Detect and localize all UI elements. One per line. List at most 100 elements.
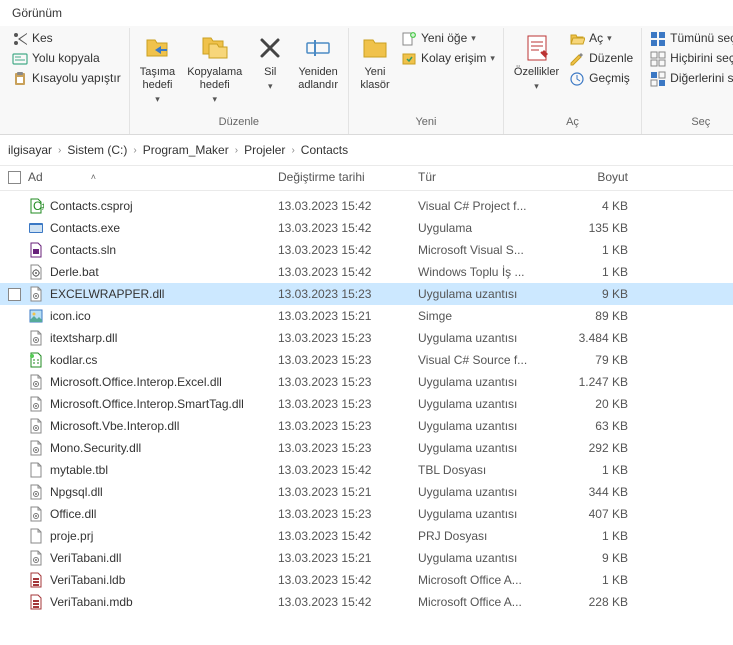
- file-date: 13.03.2023 15:42: [278, 573, 418, 587]
- easy-access-button[interactable]: Kolay erişim ▾: [399, 50, 497, 68]
- cut-button[interactable]: Kes: [10, 30, 123, 48]
- ribbon-group-clipboard: Kes Yolu kopyala Kısayolu yapıştır: [4, 28, 130, 134]
- breadcrumb-segment[interactable]: ilgisayar: [8, 143, 52, 157]
- file-type: Visual C# Project f...: [418, 199, 548, 213]
- group-label-new: Yeni: [355, 114, 497, 132]
- column-header-date[interactable]: Değiştirme tarihi: [278, 170, 418, 184]
- delete-icon: [254, 32, 286, 64]
- file-date: 13.03.2023 15:23: [278, 353, 418, 367]
- file-date: 13.03.2023 15:42: [278, 221, 418, 235]
- file-type: Uygulama uzantısı: [418, 485, 548, 499]
- file-name: Npgsql.dll: [50, 485, 103, 499]
- chevron-down-icon: ▾: [268, 81, 273, 92]
- select-all-label: Tümünü seç: [670, 31, 733, 47]
- file-type: Uygulama uzantısı: [418, 331, 548, 345]
- column-header-size[interactable]: Boyut: [548, 170, 628, 184]
- file-row[interactable]: itextsharp.dll13.03.2023 15:23Uygulama u…: [0, 327, 733, 349]
- copy-to-button[interactable]: Kopyalama hedefi ▾: [183, 30, 246, 107]
- file-date: 13.03.2023 15:42: [278, 243, 418, 257]
- history-button[interactable]: Geçmiş: [567, 70, 635, 88]
- file-row[interactable]: Contacts.exe13.03.2023 15:42Uygulama135 …: [0, 217, 733, 239]
- move-to-button[interactable]: Taşıma hedefi ▾: [136, 30, 179, 107]
- file-date: 13.03.2023 15:42: [278, 265, 418, 279]
- breadcrumb[interactable]: ilgisayar›Sistem (C:)›Program_Maker›Proj…: [0, 135, 733, 166]
- tab-view[interactable]: Görünüm: [0, 0, 74, 26]
- breadcrumb-segment[interactable]: Contacts: [301, 143, 348, 157]
- row-checkbox[interactable]: [8, 288, 21, 301]
- breadcrumb-segment[interactable]: Sistem (C:): [67, 143, 127, 157]
- file-row[interactable]: Office.dll13.03.2023 15:23Uygulama uzant…: [0, 503, 733, 525]
- file-row[interactable]: mytable.tbl13.03.2023 15:42TBL Dosyası1 …: [0, 459, 733, 481]
- properties-label: Özellikler: [514, 66, 559, 79]
- easy-access-label: Kolay erişim: [421, 51, 486, 67]
- file-row[interactable]: VeriTabani.ldb13.03.2023 15:42Microsoft …: [0, 569, 733, 591]
- breadcrumb-segment[interactable]: Projeler: [244, 143, 285, 157]
- file-size: 1 KB: [548, 243, 628, 257]
- file-icon: [28, 330, 44, 346]
- edit-icon: [569, 51, 585, 67]
- file-row[interactable]: Microsoft.Vbe.Interop.dll13.03.2023 15:2…: [0, 415, 733, 437]
- column-header-name[interactable]: Ad˄: [28, 170, 278, 184]
- file-row[interactable]: Microsoft.Office.Interop.Excel.dll13.03.…: [0, 371, 733, 393]
- new-item-label: Yeni öğe: [421, 31, 467, 47]
- select-all-button[interactable]: Tümünü seç: [648, 30, 733, 48]
- file-size: 9 KB: [548, 287, 628, 301]
- edit-button[interactable]: Düzenle: [567, 50, 635, 68]
- file-size: 63 KB: [548, 419, 628, 433]
- breadcrumb-segment[interactable]: Program_Maker: [143, 143, 229, 157]
- file-row[interactable]: Contacts.sln13.03.2023 15:42Microsoft Vi…: [0, 239, 733, 261]
- open-button[interactable]: Aç ▾: [567, 30, 635, 48]
- file-icon: [28, 572, 44, 588]
- new-item-button[interactable]: Yeni öğe ▾: [399, 30, 497, 48]
- file-size: 1 KB: [548, 529, 628, 543]
- file-size: 3.484 KB: [548, 331, 628, 345]
- file-size: 135 KB: [548, 221, 628, 235]
- file-row[interactable]: VeriTabani.dll13.03.2023 15:21Uygulama u…: [0, 547, 733, 569]
- list-header: Ad˄ Değiştirme tarihi Tür Boyut: [0, 166, 733, 191]
- file-date: 13.03.2023 15:42: [278, 529, 418, 543]
- delete-button[interactable]: Sil ▾: [250, 30, 290, 94]
- file-type: Visual C# Source f...: [418, 353, 548, 367]
- file-icon: [28, 418, 44, 434]
- file-row[interactable]: Derle.bat13.03.2023 15:42Windows Toplu İ…: [0, 261, 733, 283]
- file-name: kodlar.cs: [50, 353, 97, 367]
- file-name: Contacts.csproj: [50, 199, 133, 213]
- file-row[interactable]: Mono.Security.dll13.03.2023 15:23Uygulam…: [0, 437, 733, 459]
- file-row[interactable]: Microsoft.Office.Interop.SmartTag.dll13.…: [0, 393, 733, 415]
- file-name: VeriTabani.dll: [50, 551, 121, 565]
- properties-button[interactable]: Özellikler ▾: [510, 30, 563, 94]
- file-row[interactable]: icon.ico13.03.2023 15:21Simge89 KB: [0, 305, 733, 327]
- file-name: Microsoft.Office.Interop.Excel.dll: [50, 375, 222, 389]
- file-row[interactable]: Npgsql.dll 13.03.2023 15:21Uygulama uzant…: [0, 481, 733, 503]
- select-all-checkbox[interactable]: [8, 171, 21, 184]
- file-icon: [28, 242, 44, 258]
- file-date: 13.03.2023 15:21: [278, 485, 418, 499]
- group-label-select: Seç: [648, 114, 733, 132]
- file-row[interactable]: VeriTabani.mdb13.03.2023 15:42Microsoft …: [0, 591, 733, 613]
- history-label: Geçmiş: [589, 71, 630, 87]
- rename-button[interactable]: Yeniden adlandır: [294, 30, 342, 94]
- new-folder-label: Yeni klasör: [360, 66, 389, 92]
- ribbon-group-open: Özellikler ▾ Aç ▾ Düzenle Geçmiş Aç: [504, 28, 642, 134]
- copy-path-button[interactable]: Yolu kopyala: [10, 50, 123, 68]
- file-size: 1 KB: [548, 265, 628, 279]
- edit-label: Düzenle: [589, 51, 633, 67]
- file-row[interactable]: kodlar.cs 13.03.2023 15:23Visual C# Sourc…: [0, 349, 733, 371]
- new-folder-button[interactable]: Yeni klasör: [355, 30, 395, 94]
- file-icon: [28, 528, 44, 544]
- move-to-icon: [141, 32, 173, 64]
- select-none-button[interactable]: Hiçbirini seçme: [648, 50, 733, 68]
- chevron-down-icon: ▾: [534, 81, 539, 92]
- file-row[interactable]: proje.prj13.03.2023 15:42PRJ Dosyası1 KB: [0, 525, 733, 547]
- select-none-icon: [650, 51, 666, 67]
- file-row[interactable]: EXCELWRAPPER.dll13.03.2023 15:23Uygulama…: [0, 283, 733, 305]
- group-label-clipboard: [10, 114, 123, 132]
- file-icon: [28, 286, 44, 302]
- column-header-type[interactable]: Tür: [418, 170, 548, 184]
- file-name: Contacts.exe: [50, 221, 120, 235]
- chevron-right-icon: ›: [235, 145, 238, 156]
- file-row[interactable]: Contacts.csproj13.03.2023 15:42Visual C#…: [0, 195, 733, 217]
- paste-shortcut-button[interactable]: Kısayolu yapıştır: [10, 70, 123, 88]
- invert-selection-button[interactable]: Diğerlerini seç: [648, 70, 733, 88]
- ribbon-group-select: Tümünü seç Hiçbirini seçme Diğerlerini s…: [642, 28, 733, 134]
